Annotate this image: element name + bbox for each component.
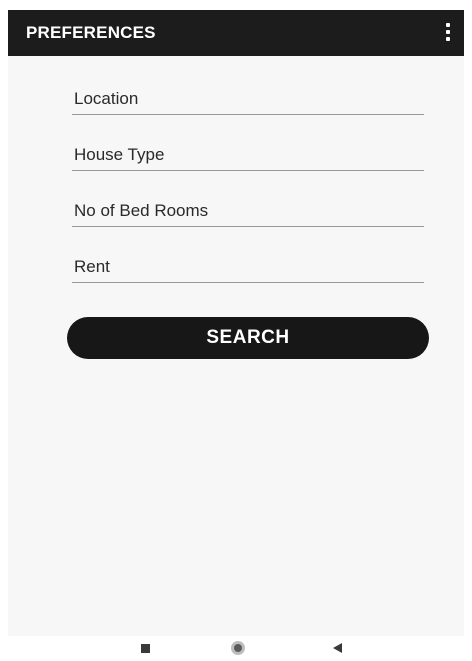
system-nav-bar bbox=[8, 636, 464, 661]
house-type-field[interactable]: House Type bbox=[72, 132, 424, 171]
triangle-back-icon[interactable] bbox=[333, 643, 342, 653]
overflow-dot bbox=[446, 23, 450, 27]
location-placeholder: Location bbox=[74, 89, 139, 108]
house-type-placeholder: House Type bbox=[74, 145, 165, 164]
rent-field[interactable]: Rent bbox=[72, 244, 424, 283]
app-bar: PREFERENCES bbox=[8, 10, 464, 56]
overflow-dot bbox=[446, 30, 450, 34]
circle-icon[interactable] bbox=[231, 641, 245, 655]
overflow-dot bbox=[446, 37, 450, 41]
square-icon[interactable] bbox=[141, 644, 150, 653]
page-title: PREFERENCES bbox=[26, 23, 156, 42]
rent-placeholder: Rent bbox=[74, 257, 110, 276]
app-screen: PREFERENCES Location House Type No of Be… bbox=[8, 10, 464, 661]
bedrooms-placeholder: No of Bed Rooms bbox=[74, 201, 209, 220]
bedrooms-field[interactable]: No of Bed Rooms bbox=[72, 188, 424, 227]
search-button[interactable]: SEARCH bbox=[67, 317, 429, 359]
location-field[interactable]: Location bbox=[72, 76, 424, 115]
more-vert-icon[interactable] bbox=[438, 18, 458, 48]
